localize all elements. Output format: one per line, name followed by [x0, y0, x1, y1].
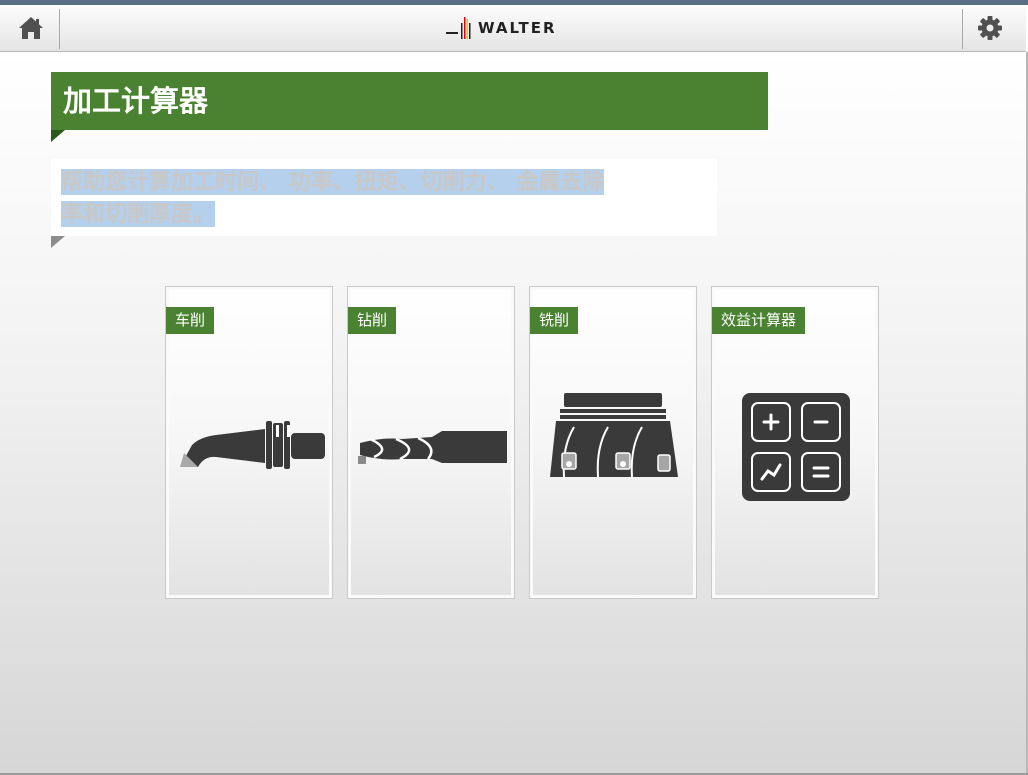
page-title: 加工计算器	[51, 72, 768, 130]
description-line-2: 率和切削厚度。	[61, 201, 216, 227]
home-button[interactable]	[2, 5, 60, 51]
description-line-1: 帮助您计算加工时间、 功率、扭矩、切削力、 金属去除	[61, 169, 605, 195]
drill-icon	[358, 431, 507, 464]
home-icon	[19, 17, 43, 39]
title-banner-fold	[51, 130, 65, 142]
card-turning[interactable]: 车削	[165, 286, 333, 599]
settings-button[interactable]	[960, 5, 1020, 51]
card-label: 车削	[166, 307, 215, 334]
gear-icon	[978, 16, 1002, 40]
description-text[interactable]: 帮助您计算加工时间、 功率、扭矩、切削力、 金属去除 率和切削厚度。	[61, 166, 707, 230]
calculator-icon	[742, 393, 850, 501]
card-profit-calculator[interactable]: 效益计算器	[711, 286, 879, 599]
logo-text: WALTER	[478, 19, 557, 37]
card-label: 钻削	[348, 307, 397, 334]
turning-tool-icon	[180, 421, 325, 469]
app-header: WALTER	[0, 5, 1026, 52]
description-box-fold	[51, 236, 65, 248]
card-label: 效益计算器	[712, 307, 806, 334]
header-separator	[59, 9, 60, 49]
walter-logo: WALTER	[444, 13, 564, 43]
main-content: 加工计算器 帮助您计算加工时间、 功率、扭矩、切削力、 金属去除 率和切削厚度。…	[0, 52, 1026, 773]
card-label: 铣削	[530, 307, 579, 334]
description-box: 帮助您计算加工时间、 功率、扭矩、切削力、 金属去除 率和切削厚度。	[51, 159, 717, 236]
walter-logo-mark	[446, 17, 471, 39]
milling-cutter-icon	[550, 393, 678, 478]
card-drilling[interactable]: 钻削	[347, 286, 515, 599]
card-milling[interactable]: 铣削	[529, 286, 697, 599]
